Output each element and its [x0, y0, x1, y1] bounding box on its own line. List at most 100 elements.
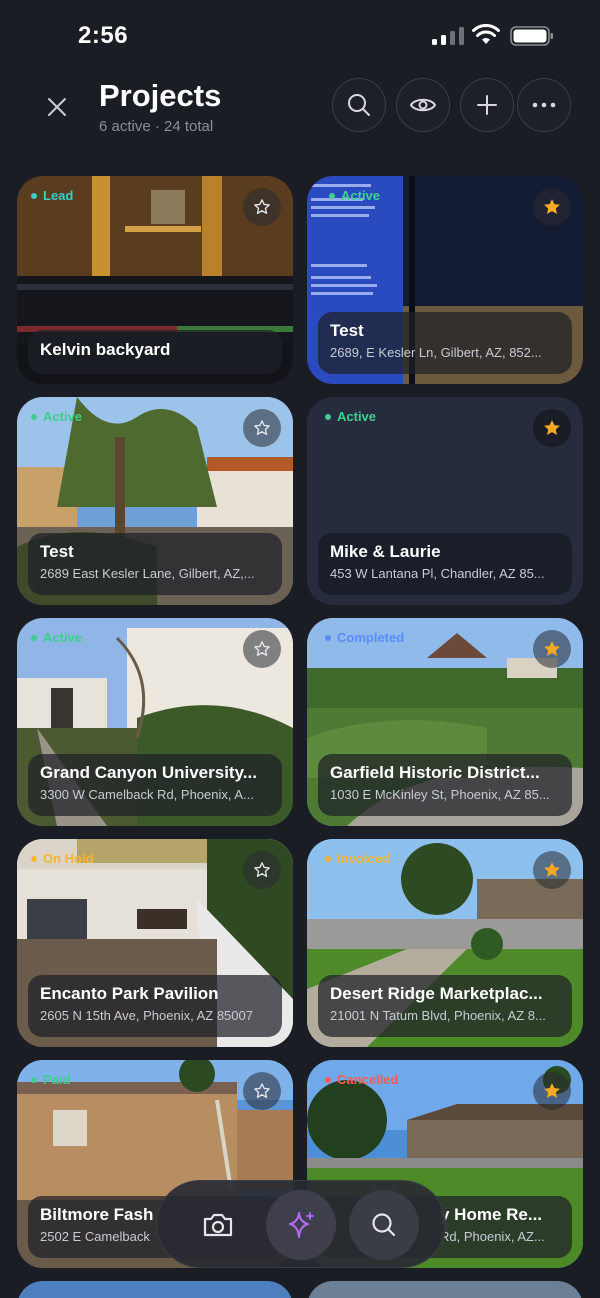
- project-address: 1030 E McKinley St, Phoenix, AZ 85...: [330, 787, 550, 802]
- status-pill: Lead: [31, 188, 73, 203]
- status-label: Completed: [337, 630, 405, 645]
- star-outline-icon: [254, 641, 270, 656]
- status-pill: Paid: [31, 1072, 70, 1087]
- status-label: Active: [341, 188, 381, 203]
- add-project-button[interactable]: [460, 78, 514, 132]
- project-info: Desert Ridge Marketplac... 21001 N Tatum…: [318, 975, 572, 1037]
- visibility-button[interactable]: [396, 78, 450, 132]
- project-card[interactable]: Active Test 2689, E Kesler Ln, Gilbert, …: [307, 176, 583, 384]
- star-filled-icon: [544, 199, 560, 214]
- project-address: 453 W Lantana Pl, Chandler, AZ 85...: [330, 566, 545, 581]
- status-label: Cancelled: [337, 1072, 399, 1087]
- status-label: Paid: [43, 1072, 71, 1087]
- status-dot: [325, 1076, 331, 1083]
- project-card[interactable]: Active Grand Canyon University... 3300 W…: [17, 618, 293, 826]
- status-label: Invoiced: [337, 851, 390, 866]
- project-card[interactable]: Lead Kelvin backyard: [17, 176, 293, 384]
- favorite-button[interactable]: [533, 630, 571, 668]
- project-name: Grand Canyon University...: [40, 763, 257, 782]
- star-filled-icon: [544, 1083, 560, 1098]
- star-filled-icon: [544, 420, 560, 435]
- status-pill: Active: [329, 188, 380, 203]
- project-address: 2689, E Kesler Ln, Gilbert, AZ, 852...: [330, 345, 542, 360]
- status-dot: [31, 192, 37, 199]
- close-button[interactable]: [40, 90, 74, 124]
- ellipsis-icon: [532, 102, 556, 108]
- page-title: Projects: [99, 78, 222, 113]
- project-name: Mike & Laurie: [330, 542, 441, 561]
- favorite-button[interactable]: [533, 851, 571, 889]
- camera-icon: [203, 1213, 233, 1237]
- status-pill: Cancelled: [325, 1072, 398, 1087]
- more-options-button[interactable]: [517, 78, 571, 132]
- status-label: On Hold: [43, 851, 94, 866]
- star-outline-icon: [254, 862, 270, 877]
- project-address: 3300 W Camelback Rd, Phoenix, A...: [40, 787, 254, 802]
- status-pill: Completed: [325, 630, 404, 645]
- favorite-button[interactable]: [243, 630, 281, 668]
- bottom-action-dock: [156, 1180, 446, 1268]
- status-label: Lead: [43, 188, 74, 203]
- project-card[interactable]: On Hold Encanto Park Pavilion 2605 N 15t…: [17, 839, 293, 1047]
- status-bar: 2:56: [0, 0, 600, 70]
- status-pill: On Hold: [31, 851, 94, 866]
- project-name: Encanto Park Pavilion: [40, 984, 219, 1003]
- close-icon: [48, 98, 66, 116]
- project-name: Test: [40, 542, 74, 561]
- project-card[interactable]: [17, 1281, 293, 1298]
- header: Projects 6 active · 24 total: [0, 70, 600, 160]
- project-card[interactable]: Active Mike & Laurie 453 W Lantana Pl, C…: [307, 397, 583, 605]
- project-name: Garfield Historic District...: [330, 763, 540, 782]
- status-dot: [329, 192, 335, 199]
- star-outline-icon: [254, 1083, 270, 1098]
- star-filled-icon: [544, 862, 560, 877]
- favorite-button[interactable]: [533, 188, 571, 226]
- camera-button[interactable]: [183, 1190, 253, 1260]
- project-card[interactable]: Completed Garfield Historic District... …: [307, 618, 583, 826]
- project-card[interactable]: Active Test 2689 East Kesler Lane, Gilbe…: [17, 397, 293, 605]
- search-icon: [372, 1213, 396, 1237]
- status-label: Active: [43, 409, 83, 424]
- favorite-button[interactable]: [533, 1072, 571, 1110]
- favorite-button[interactable]: [533, 409, 571, 447]
- star-outline-icon: [254, 199, 270, 214]
- status-dot: [325, 413, 331, 420]
- status-label: Active: [337, 409, 377, 424]
- search-button[interactable]: [332, 78, 386, 132]
- search-button[interactable]: [349, 1190, 419, 1260]
- star-outline-icon: [254, 420, 270, 435]
- status-dot: [325, 634, 331, 641]
- status-pill: Invoiced: [325, 851, 390, 866]
- project-info: Mike & Laurie 453 W Lantana Pl, Chandler…: [318, 533, 572, 595]
- wifi-icon: [472, 24, 500, 44]
- star-filled-icon: [544, 641, 560, 656]
- favorite-button[interactable]: [243, 409, 281, 447]
- project-info: Grand Canyon University... 3300 W Camelb…: [28, 754, 282, 816]
- project-card[interactable]: [307, 1281, 583, 1298]
- plus-icon: [477, 95, 497, 115]
- status-pill: Active: [31, 409, 82, 424]
- project-info: Kelvin backyard: [28, 330, 282, 374]
- project-name: Desert Ridge Marketplac...: [330, 984, 543, 1003]
- favorite-button[interactable]: [243, 188, 281, 226]
- project-info: Test 2689, E Kesler Ln, Gilbert, AZ, 852…: [318, 312, 572, 374]
- status-time: 2:56: [78, 22, 129, 49]
- status-pill: Active: [325, 409, 376, 424]
- ai-assist-button[interactable]: [266, 1190, 336, 1260]
- project-info: Test 2689 East Kesler Lane, Gilbert, AZ,…: [28, 533, 282, 595]
- eye-icon: [409, 98, 437, 112]
- favorite-button[interactable]: [243, 1072, 281, 1110]
- project-name: Test: [330, 321, 364, 340]
- project-info: Garfield Historic District... 1030 E McK…: [318, 754, 572, 816]
- status-dot: [325, 855, 331, 862]
- project-info: Encanto Park Pavilion 2605 N 15th Ave, P…: [28, 975, 282, 1037]
- project-address: 2689 East Kesler Lane, Gilbert, AZ,...: [40, 566, 255, 581]
- status-dot: [31, 1076, 37, 1083]
- status-pill: Active: [31, 630, 82, 645]
- favorite-button[interactable]: [243, 851, 281, 889]
- project-name: Kelvin backyard: [40, 340, 171, 359]
- battery-icon: [510, 26, 553, 46]
- status-dot: [31, 413, 37, 420]
- status-dot: [31, 855, 37, 862]
- project-card[interactable]: Invoiced Desert Ridge Marketplac... 2100…: [307, 839, 583, 1047]
